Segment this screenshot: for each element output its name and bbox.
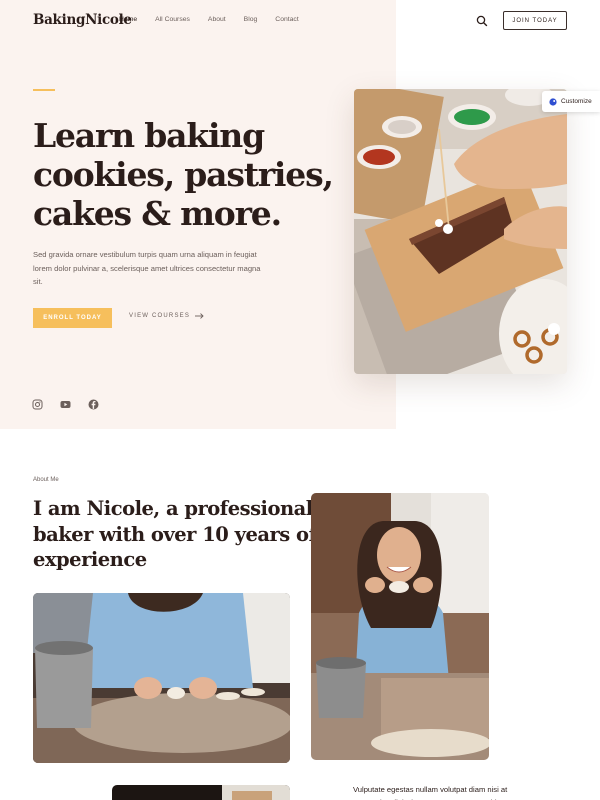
social-links <box>32 397 99 410</box>
facebook-icon[interactable] <box>88 397 99 410</box>
about-title-line: I am Nicole, a professional <box>33 497 313 520</box>
hero-baking-image <box>354 89 567 374</box>
nicole-portrait-photo <box>311 493 489 760</box>
hero-title-line: cookies, pastries, <box>33 155 334 194</box>
view-courses-label: VIEW COURSES <box>129 313 191 319</box>
nav-blog[interactable]: Blog <box>244 16 258 23</box>
nav-contact[interactable]: Contact <box>275 16 298 23</box>
bottom-photo <box>112 785 290 800</box>
hero-description: Sed gravida ornare vestibulum turpis qua… <box>33 250 261 286</box>
about-text: Vulputate egestas nullam volutpat diam n… <box>353 785 508 800</box>
about-title-line: experience <box>33 548 147 571</box>
nav-home[interactable]: Home <box>119 16 137 23</box>
enroll-today-button[interactable]: ENROLL TODAY <box>33 308 112 328</box>
about-label: About Me <box>33 477 59 483</box>
hero-title: Learn baking cookies, pastries, cakes & … <box>33 116 334 233</box>
customize-label: Customize <box>561 98 592 105</box>
site-logo[interactable]: BakingNicole <box>33 12 132 28</box>
main-nav: Home All Courses About Blog Contact <box>119 16 317 23</box>
about-title: I am Nicole, a professional baker with o… <box>33 496 317 573</box>
about-title-line: baker with over 10 years of <box>33 522 317 546</box>
nav-all-courses[interactable]: All Courses <box>155 16 190 23</box>
kneading-dough-photo <box>33 593 290 763</box>
arrow-right-icon <box>195 313 204 319</box>
search-icon[interactable] <box>476 14 488 27</box>
youtube-icon[interactable] <box>60 397 71 408</box>
customize-button[interactable]: Customize <box>542 91 600 112</box>
join-today-button[interactable]: JOIN TODAY <box>503 11 567 30</box>
accent-line <box>33 89 55 91</box>
nav-about[interactable]: About <box>208 16 226 23</box>
hero-title-line: Learn baking <box>33 116 265 155</box>
palette-icon <box>549 97 557 106</box>
view-courses-link[interactable]: VIEW COURSES <box>129 313 204 319</box>
instagram-icon[interactable] <box>32 397 43 410</box>
hero-title-line: cakes & more. <box>33 194 282 233</box>
